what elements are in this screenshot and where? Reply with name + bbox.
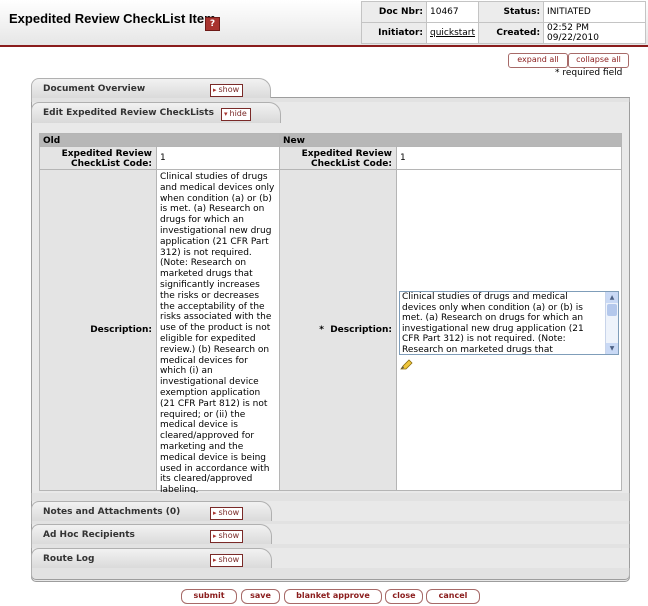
tab-route-log-label: Route Log: [43, 554, 95, 564]
required-field-note: * required field: [555, 68, 623, 78]
initiator-cell: quickstart: [425, 22, 480, 44]
submit-button[interactable]: submit: [181, 589, 237, 604]
old-code-value: 1: [156, 146, 280, 170]
notes-show-label: show: [218, 508, 240, 517]
collapse-all-button[interactable]: collapse all: [568, 53, 629, 68]
document-overview-show-label: show: [218, 85, 240, 94]
help-icon[interactable]: ?: [205, 17, 220, 31]
page-title: Expedited Review CheckList Item: [9, 11, 216, 26]
show-arrow-icon: ▸: [213, 532, 217, 540]
scroll-down-icon[interactable]: ▼: [606, 343, 618, 354]
panel-divider: [31, 493, 630, 501]
tab-document-overview: Document Overview ▸ show: [31, 78, 271, 99]
adhoc-show-button[interactable]: ▸ show: [210, 530, 244, 543]
tab-edit-checklists-label: Edit Expedited Review CheckLists: [43, 108, 214, 118]
route-log-show-label: show: [218, 555, 240, 564]
tab-ad-hoc-recipients: Ad Hoc Recipients ▸ show: [31, 524, 272, 545]
save-button[interactable]: save: [241, 589, 280, 604]
created-value: 02:52 PM 09/22/2010: [543, 22, 647, 44]
status-label: Status:: [478, 1, 545, 23]
blanket-approve-button[interactable]: blanket approve: [284, 589, 382, 604]
tab-notes-label: Notes and Attachments (0): [43, 507, 181, 517]
cancel-button[interactable]: cancel: [426, 589, 480, 604]
edit-hide-label: hide: [229, 109, 247, 118]
tab-edit-checklists: Edit Expedited Review CheckLists ▾ hide: [31, 102, 281, 123]
initiator-label: Initiator:: [361, 22, 427, 44]
expand-all-button[interactable]: expand all: [508, 53, 568, 68]
required-marker: *: [319, 325, 324, 335]
hide-arrow-icon: ▾: [224, 110, 228, 118]
new-description-textarea[interactable]: Clinical studies of drugs and medical de…: [399, 291, 619, 355]
old-column-header: Old: [39, 133, 280, 147]
scroll-up-icon[interactable]: ▲: [606, 292, 618, 303]
doc-nbr-label: Doc Nbr:: [361, 1, 427, 23]
doc-nbr-value: 10467: [425, 1, 480, 23]
show-arrow-icon: ▸: [213, 556, 217, 564]
initiator-link[interactable]: quickstart: [430, 28, 475, 38]
new-code-value: 1: [396, 146, 622, 170]
status-value: INITIATED: [543, 1, 647, 23]
old-description-text: Clinical studies of drugs and medical de…: [160, 172, 275, 496]
route-log-show-button[interactable]: ▸ show: [210, 554, 244, 567]
new-description-label-cell: * Description:: [279, 169, 397, 491]
tab-route-log: Route Log ▸ show: [31, 548, 272, 569]
adhoc-show-label: show: [218, 531, 240, 540]
close-button[interactable]: close: [385, 589, 423, 604]
tab-document-overview-label: Document Overview: [43, 84, 146, 94]
edit-hide-button[interactable]: ▾ hide: [221, 108, 251, 121]
new-description-text: Clinical studies of drugs and medical de…: [402, 292, 584, 355]
tab-adhoc-label: Ad Hoc Recipients: [43, 530, 135, 540]
show-arrow-icon: ▸: [213, 509, 217, 517]
document-header: Expedited Review CheckList Item ? Doc Nb…: [0, 0, 648, 47]
created-label: Created:: [478, 22, 545, 44]
textarea-scrollbar[interactable]: ▲ ▼: [605, 292, 618, 354]
panel-footer: [31, 568, 630, 580]
show-arrow-icon: ▸: [213, 86, 217, 94]
new-description-label: Description:: [330, 325, 392, 335]
scroll-thumb[interactable]: [607, 304, 617, 316]
notes-show-button[interactable]: ▸ show: [210, 507, 244, 520]
old-description-cell: Clinical studies of drugs and medical de…: [156, 169, 280, 495]
old-description-label: Description:: [39, 169, 157, 491]
pencil-icon[interactable]: [400, 359, 413, 370]
tab-notes-attachments: Notes and Attachments (0) ▸ show: [31, 501, 272, 522]
new-code-label: Expedited Review CheckList Code:: [279, 146, 397, 170]
new-column-header: New: [279, 133, 622, 147]
old-code-label: Expedited Review CheckList Code:: [39, 146, 157, 170]
document-info-table: Doc Nbr: 10467 Status: INITIATED Initiat…: [361, 1, 647, 44]
document-overview-show-button[interactable]: ▸ show: [210, 84, 244, 97]
